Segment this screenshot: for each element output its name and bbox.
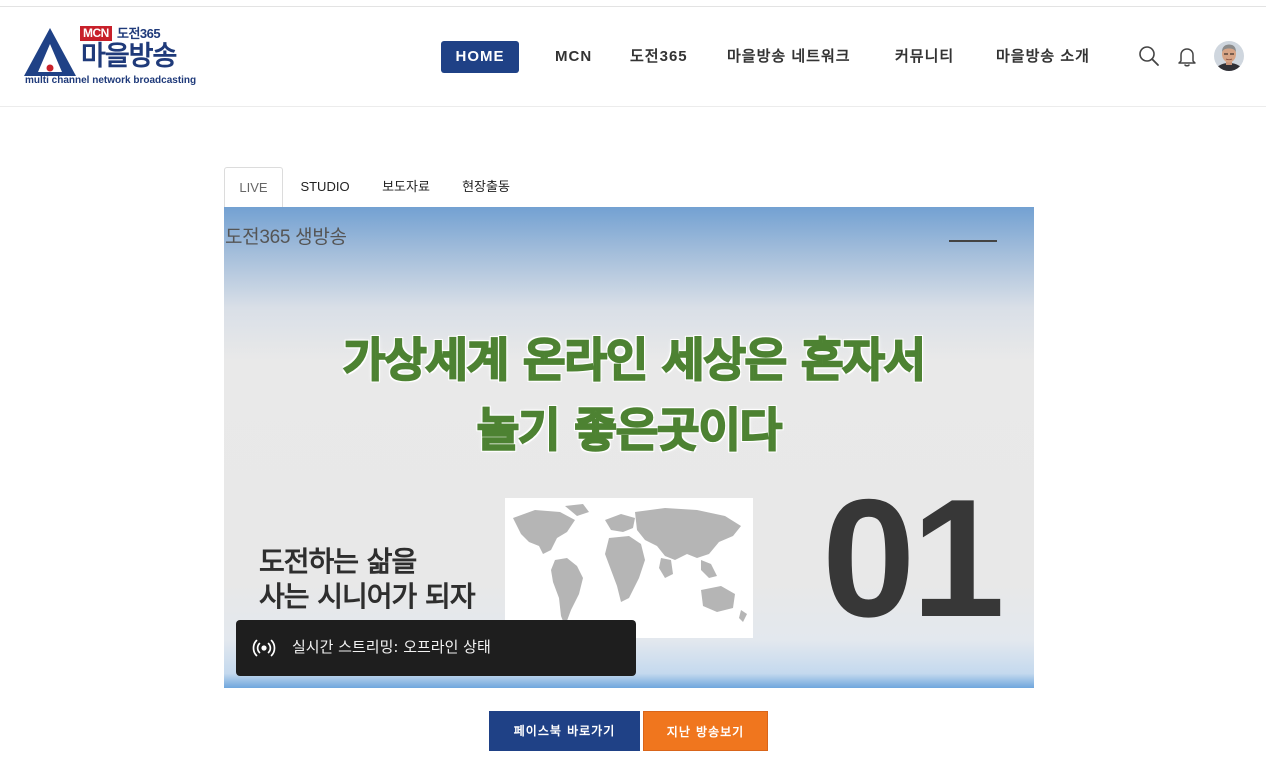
video-subtitle-line2: 사는 시니어가 되자: [259, 580, 476, 613]
video-headline-line2: 놀기 좋은곳이다: [476, 402, 783, 458]
facebook-button[interactable]: 페이스북 바로가기: [489, 711, 640, 751]
bell-icon[interactable]: [1175, 44, 1199, 68]
live-video-player[interactable]: 도전365 생방송 가상세계 온라인 세상은 혼자서 놀기 좋은곳이다 도전하는…: [224, 207, 1034, 688]
player-menu-dash[interactable]: [949, 240, 997, 242]
tab-live[interactable]: LIVE: [224, 167, 283, 208]
site-header: MCN 도전365 마을방송 multi channel network bro…: [0, 7, 1266, 107]
search-icon[interactable]: [1137, 44, 1161, 68]
tab-studio[interactable]: STUDIO: [296, 167, 354, 207]
world-map-image: [505, 498, 753, 638]
broadcast-icon: [252, 639, 276, 657]
nav-item-mcn[interactable]: MCN: [555, 41, 592, 73]
logo-a-mark: [24, 28, 76, 76]
nav-item-home[interactable]: HOME: [441, 41, 519, 73]
tab-press[interactable]: 보도자료: [374, 167, 438, 207]
nav-item-community[interactable]: 커뮤니티: [895, 41, 954, 73]
past-broadcast-button[interactable]: 지난 방송보기: [643, 711, 768, 751]
site-logo[interactable]: MCN 도전365 마을방송 multi channel network bro…: [24, 26, 204, 90]
video-headline-line1: 가상세계 온라인 세상은 혼자서: [342, 332, 927, 388]
nav-item-about[interactable]: 마을방송 소개: [996, 41, 1090, 73]
player-title: 도전365 생방송: [225, 227, 347, 248]
tab-field[interactable]: 현장출동: [456, 167, 516, 207]
nav-item-dojeon365[interactable]: 도전365: [630, 41, 688, 73]
streaming-status-text: 실시간 스트리밍: 오프라인 상태: [292, 638, 491, 656]
video-subtitle-line1: 도전하는 삶을: [259, 545, 417, 578]
nav-item-network[interactable]: 마을방송 네트워크: [727, 41, 851, 73]
logo-name: 마을방송: [81, 41, 177, 71]
streaming-status-bar[interactable]: 실시간 스트리밍: 오프라인 상태: [236, 620, 636, 676]
avatar[interactable]: [1214, 41, 1244, 71]
logo-tagline: multi channel network broadcasting: [25, 75, 197, 86]
episode-number: 01: [822, 464, 1005, 652]
avatar-portrait-icon: [1214, 41, 1244, 71]
